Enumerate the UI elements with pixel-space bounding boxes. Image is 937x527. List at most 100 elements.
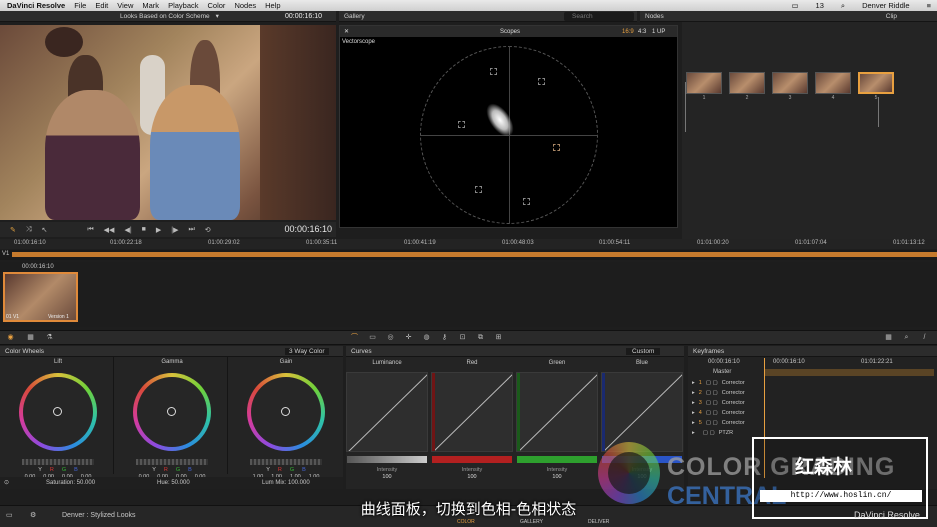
menu-nodes[interactable]: Nodes [234, 1, 256, 10]
viewer-timecode: 00:00:16:10 [284, 224, 332, 234]
viewer-selector[interactable]: Looks Based on Color Scheme [120, 13, 210, 20]
kf-row[interactable]: ▸ 1 ▢ ▢ Corrector [692, 378, 745, 387]
green-curve-line [517, 373, 597, 451]
kf-row[interactable]: ▸ ▢ ▢ PTZR [692, 428, 733, 437]
gain-wheel-box: Gain Y R G B 1.00 1.00 1.00 1.00 [230, 357, 342, 480]
loop-icon[interactable]: ⟲ [205, 226, 211, 234]
gamma-master-wheel[interactable] [136, 459, 208, 465]
luminance-intensity[interactable]: 100 [346, 474, 428, 480]
sizing-icon[interactable]: ⊡ [458, 334, 467, 342]
blue-curve[interactable] [601, 372, 683, 452]
kf-row[interactable]: ▸ 4 ▢ ▢ Corrector [692, 408, 745, 417]
zoom-icon[interactable]: ⌕ [902, 334, 911, 342]
blur-icon[interactable]: ◍ [422, 334, 431, 342]
chevron-down-icon[interactable]: ▾ [216, 12, 219, 20]
3d-icon[interactable]: ⧉ [476, 334, 485, 342]
luminance-curve[interactable] [346, 372, 428, 452]
red-curve[interactable] [431, 372, 513, 452]
lum-mix-value[interactable]: Lum Mix: 100.000 [262, 480, 310, 486]
layout-selector[interactable]: 1 UP [652, 29, 665, 35]
tracker-icon[interactable]: ✛ [404, 334, 413, 342]
user-name[interactable]: Denver Riddle [862, 1, 910, 11]
ruler-tick: 01:00:35:11 [306, 240, 338, 246]
channel-g: G [61, 467, 67, 473]
green-intensity[interactable]: 100 [516, 474, 598, 480]
track-clip-bar[interactable] [12, 252, 937, 257]
timeline-track[interactable]: V1 [0, 250, 937, 260]
target-cyan [523, 198, 530, 205]
menu-edit[interactable]: Edit [95, 1, 108, 10]
stereo-icon[interactable]: ⊞ [494, 334, 503, 342]
hue-value[interactable]: Hue: 50.000 [157, 480, 190, 486]
curve-label: Green [548, 360, 566, 366]
grid-view-icon[interactable]: ▦ [884, 334, 893, 342]
search-icon[interactable]: ⌕ [841, 1, 845, 11]
kf-row[interactable]: ▸ 5 ▢ ▢ Corrector [692, 418, 745, 427]
menu-help[interactable]: Help [265, 1, 280, 10]
menu-mark[interactable]: Mark [142, 1, 159, 10]
person-front-left [45, 90, 140, 220]
close-icon[interactable]: ✕ [344, 28, 349, 35]
node-1[interactable] [686, 72, 722, 94]
kf-master-track[interactable] [764, 369, 934, 376]
lift-master-wheel[interactable] [22, 459, 94, 465]
app-name[interactable]: DaVinci Resolve [7, 1, 65, 10]
gamma-wheel-box: Gamma Y R G B 0.00 0.00 0.00 0.00 [116, 357, 228, 480]
step-back-icon[interactable]: ◀| [124, 226, 131, 234]
key-icon[interactable]: ⚷ [440, 334, 449, 342]
color-match-icon[interactable]: ▦ [26, 334, 35, 342]
menu-playback[interactable]: Playback [168, 1, 198, 10]
kf-row[interactable]: ▸ 2 ▢ ▢ Corrector [692, 388, 745, 397]
menu-color[interactable]: Color [208, 1, 226, 10]
red-intensity[interactable]: 100 [431, 474, 513, 480]
tab-deliver[interactable]: DELIVER [588, 519, 609, 525]
scopes-title: Scopes [500, 28, 521, 35]
wheel-mode-selector[interactable]: 3 Way Color [285, 347, 329, 355]
saturation-value[interactable]: Saturation: 50.000 [46, 480, 95, 486]
ratio-4-3[interactable]: 4:3 [638, 29, 646, 35]
node-graph[interactable]: 1 2 3 4 5 [682, 22, 937, 239]
window-icon[interactable]: ◎ [386, 334, 395, 342]
qualifier-icon[interactable]: ▭ [368, 334, 377, 342]
play-icon[interactable]: ▶ [156, 226, 161, 234]
node-label: 3 [788, 95, 792, 101]
edit-icon[interactable]: / [920, 334, 929, 342]
rewind-icon[interactable]: ◀◀ [104, 226, 115, 234]
menu-view[interactable]: View [117, 1, 133, 10]
last-frame-icon[interactable]: ⏭ [188, 226, 194, 234]
node-4[interactable] [815, 72, 851, 94]
reset-icon[interactable]: ⊙ [4, 479, 9, 486]
curve-label: Blue [635, 360, 648, 366]
clip-selector[interactable]: Clip [886, 13, 897, 20]
green-curve[interactable] [516, 372, 598, 452]
ratio-16-9[interactable]: 16:9 [622, 29, 634, 35]
menu-file[interactable]: File [74, 1, 86, 10]
pencil-icon[interactable]: ✎ [10, 226, 16, 234]
viewer-image[interactable] [0, 25, 336, 220]
curves-mode-selector[interactable]: Custom [626, 347, 661, 355]
color-wheels-panel: Color Wheels 3 Way Color Lift Y R G B 0.… [0, 346, 343, 489]
curves-icon[interactable]: ⌒ [350, 334, 359, 342]
gallery-search-input[interactable]: Search [564, 12, 634, 21]
tab-color[interactable]: COLOR [457, 519, 475, 525]
lift-puck[interactable] [53, 407, 62, 416]
tab-gallery[interactable]: GALLERY [520, 519, 543, 525]
camera-raw-icon[interactable]: ◉ [6, 334, 15, 342]
primaries-icon[interactable]: ⚗ [45, 334, 54, 342]
gain-puck[interactable] [281, 407, 290, 416]
shuffle-icon[interactable]: ⤨ [26, 226, 32, 234]
channel-r: R [49, 467, 54, 473]
gain-master-wheel[interactable] [250, 459, 322, 465]
step-forward-icon[interactable]: |▶ [171, 226, 178, 234]
list-icon[interactable]: ≡ [927, 1, 931, 11]
stop-icon[interactable]: ■ [142, 226, 146, 233]
timeline-ruler[interactable]: 01:00:16:10 01:00:22:18 01:00:29:02 01:0… [0, 239, 937, 249]
cursor-icon[interactable]: ↖ [41, 226, 47, 234]
gamma-puck[interactable] [167, 407, 176, 416]
first-frame-icon[interactable]: ⏮ [87, 226, 93, 234]
blue-curve-line [602, 373, 682, 451]
kf-row[interactable]: ▸ 3 ▢ ▢ Corrector [692, 398, 745, 407]
node-5[interactable] [858, 72, 894, 94]
node-3[interactable] [772, 72, 808, 94]
node-2[interactable] [729, 72, 765, 94]
